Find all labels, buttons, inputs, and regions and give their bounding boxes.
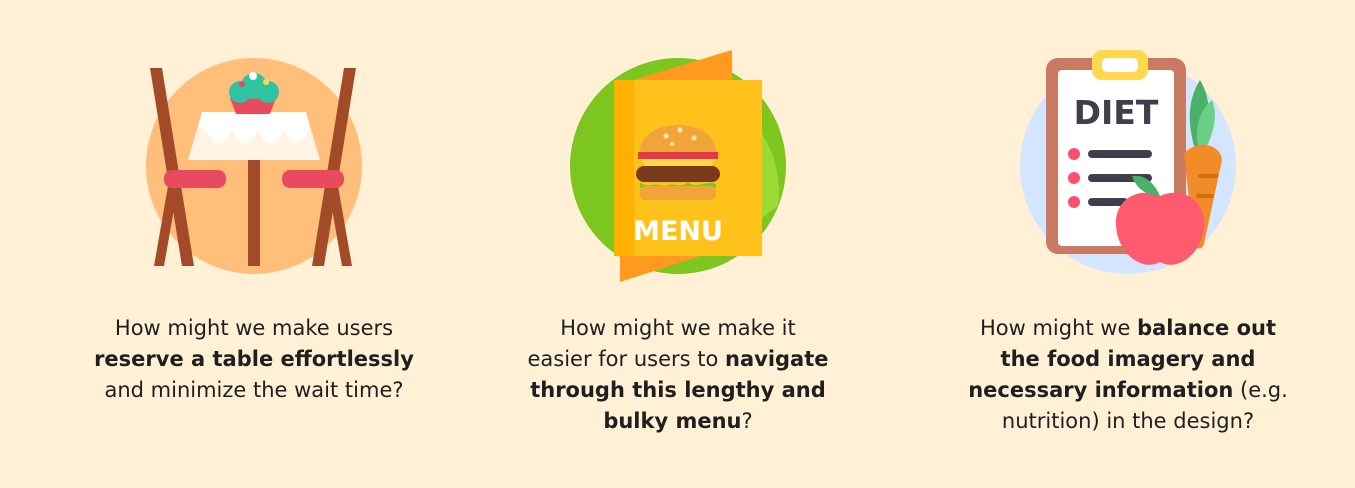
burger-menu-icon: MENU bbox=[570, 50, 786, 282]
caption-line: easier for users to navigate bbox=[468, 344, 888, 375]
diet-label: DIET bbox=[1074, 93, 1159, 132]
page: How might we make users reserve a table e… bbox=[0, 0, 1355, 488]
caption-text: How might we make users bbox=[114, 316, 394, 340]
card-balance-imagery: DIET How might we balance out the food im… bbox=[918, 0, 1338, 488]
caption-line: bulky menu? bbox=[468, 406, 888, 437]
caption-line: How might we make users bbox=[44, 313, 464, 344]
caption-line: the food imagery and bbox=[918, 344, 1338, 375]
caption-emphasis: the food imagery and bbox=[1000, 347, 1256, 371]
dining-table-icon bbox=[146, 58, 362, 274]
caption-line: How might we make it bbox=[468, 313, 888, 344]
caption-text: (e.g. bbox=[1233, 378, 1288, 402]
caption-text: ? bbox=[741, 409, 753, 433]
caption-text: nutrition) in the design? bbox=[1001, 409, 1255, 433]
caption-text: How might we make it bbox=[560, 316, 796, 340]
caption-line: and minimize the wait time? bbox=[44, 375, 464, 406]
caption-navigate-menu: How might we make it easier for users to … bbox=[468, 313, 888, 437]
caption-text: How might we bbox=[979, 316, 1138, 340]
card-navigate-menu: MENU How might we make it easier for user… bbox=[468, 0, 888, 488]
caption-emphasis: bulky menu bbox=[603, 409, 742, 433]
caption-reserve-table: How might we make users reserve a table e… bbox=[44, 313, 464, 406]
caption-emphasis: necessary information bbox=[968, 378, 1234, 402]
caption-line: reserve a table effortlessly bbox=[44, 344, 464, 375]
card-reserve-table: How might we make users reserve a table e… bbox=[44, 0, 464, 488]
menu-label: MENU bbox=[633, 216, 723, 247]
caption-emphasis: through this lengthy and bbox=[530, 378, 826, 402]
caption-line: How might we balance out bbox=[918, 313, 1338, 344]
caption-text: and minimize the wait time? bbox=[104, 378, 404, 402]
diet-clipboard-icon: DIET bbox=[1020, 50, 1236, 274]
caption-emphasis: balance out bbox=[1137, 316, 1277, 340]
caption-balance-imagery: How might we balance out the food imagery… bbox=[918, 313, 1338, 437]
caption-text: easier for users to bbox=[527, 347, 726, 371]
caption-line: through this lengthy and bbox=[468, 375, 888, 406]
caption-line: necessary information (e.g. bbox=[918, 375, 1338, 406]
caption-line: nutrition) in the design? bbox=[918, 406, 1338, 437]
caption-emphasis: navigate bbox=[725, 347, 829, 371]
caption-emphasis: reserve a table effortlessly bbox=[94, 347, 414, 371]
